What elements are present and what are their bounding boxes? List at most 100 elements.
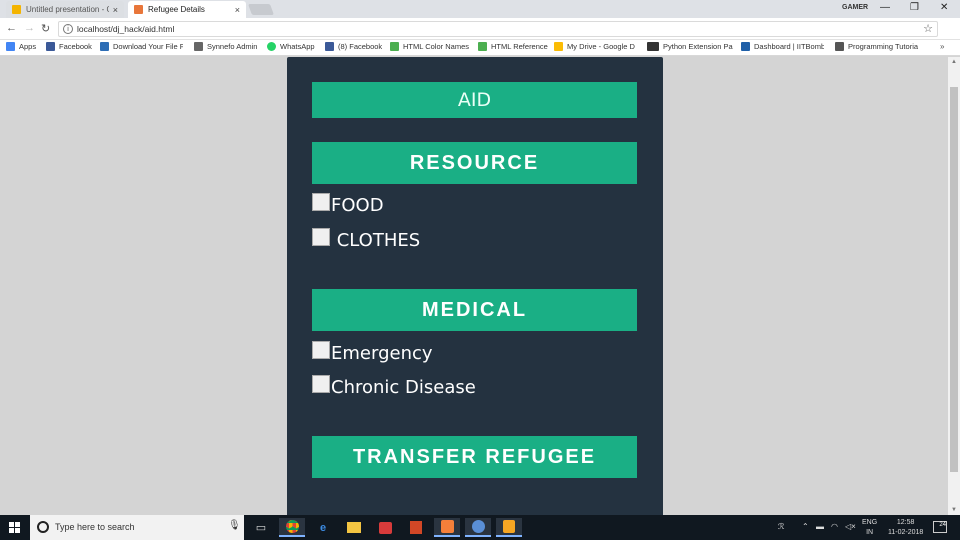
clock-date: 11-02-2018: [888, 529, 924, 536]
xampp-icon: [134, 5, 143, 14]
chronic-disease-option[interactable]: Chronic Disease: [312, 374, 476, 398]
clothes-checkbox[interactable]: [312, 227, 330, 246]
bookmark-label: Synnefo Admin: [207, 42, 258, 51]
chevron-up-icon[interactable]: ⌃: [802, 522, 809, 531]
clothes-option[interactable]: CLOTHES: [312, 227, 421, 251]
bookmark-label: Apps: [19, 42, 37, 51]
bookmark-my-drive[interactable]: My Drive - Google Dr: [554, 42, 635, 51]
language-indicator[interactable]: ENG IN: [862, 518, 877, 538]
bookmark-facebook-8[interactable]: (8) Facebook: [325, 42, 382, 51]
food-checkbox[interactable]: [312, 192, 330, 211]
bookmark-apps[interactable]: Apps: [6, 42, 36, 51]
facebook-icon: [325, 42, 334, 51]
w3schools-icon: [390, 42, 399, 51]
food-option[interactable]: FOOD: [312, 192, 384, 216]
edge-icon[interactable]: e: [310, 518, 336, 537]
new-tab-button[interactable]: [247, 4, 275, 15]
sublime-text-icon[interactable]: [496, 518, 522, 537]
emergency-option[interactable]: Emergency: [312, 340, 433, 364]
bookmark-label: HTML Reference: [491, 42, 548, 51]
battery-icon[interactable]: ▬: [816, 522, 824, 531]
medical-button[interactable]: MEDICAL: [312, 289, 637, 331]
address-bar[interactable]: i localhost/dj_hack/aid.html ☆: [58, 21, 938, 37]
resource-button[interactable]: RESOURCE: [312, 142, 637, 184]
page-scrollbar[interactable]: ▲ ▼: [948, 57, 960, 515]
lfd-icon: [647, 42, 659, 51]
chronic-disease-checkbox[interactable]: [312, 374, 330, 393]
minimize-button[interactable]: —: [880, 2, 890, 13]
page-viewport: AID RESOURCE FOOD CLOTHES MEDICAL Emerge…: [0, 57, 948, 515]
transfer-refugee-button[interactable]: TRANSFER REFUGEE: [312, 436, 637, 478]
iitb-icon: [741, 42, 750, 51]
reload-icon[interactable]: ↻: [41, 22, 50, 35]
google-drive-icon: [554, 42, 563, 51]
url-text[interactable]: localhost/dj_hack/aid.html: [77, 24, 174, 34]
bookmark-dashboard-iitb[interactable]: Dashboard | IITBomb: [741, 42, 824, 51]
close-window-button[interactable]: ✕: [940, 2, 948, 13]
tab-label: Untitled presentation - G: [26, 5, 109, 14]
close-icon[interactable]: ×: [113, 5, 118, 15]
scroll-down-icon[interactable]: ▼: [951, 507, 957, 513]
search-placeholder: Type here to search: [55, 522, 135, 532]
bookmark-html-color-names[interactable]: HTML Color Names: [390, 42, 469, 51]
file-explorer-icon[interactable]: [341, 518, 367, 537]
bookmark-label: Python Extension Pac: [663, 42, 733, 51]
bookmark-python-extension[interactable]: Python Extension Pac: [647, 42, 733, 51]
restore-button[interactable]: ❐: [910, 2, 919, 13]
synnefo-icon: [194, 42, 203, 51]
info-icon[interactable]: i: [63, 24, 73, 34]
xampp-taskbar-icon[interactable]: [434, 518, 460, 537]
windows-start-icon[interactable]: [9, 522, 21, 534]
task-view-icon[interactable]: ▭: [248, 518, 274, 537]
bookmark-programming-tutorials[interactable]: Programming Tutoria: [835, 42, 920, 51]
bookmark-label: My Drive - Google Dr: [567, 42, 635, 51]
chronic-disease-label: Chronic Disease: [331, 377, 476, 398]
document-icon: [835, 42, 844, 51]
aid-panel: AID RESOURCE FOOD CLOTHES MEDICAL Emerge…: [287, 57, 663, 515]
bookmark-label: Facebook: [59, 42, 92, 51]
close-icon[interactable]: ×: [235, 5, 240, 15]
w3schools-icon: [478, 42, 487, 51]
taskbar-search[interactable]: Type here to search 🎙: [30, 515, 244, 540]
bookmark-label: HTML Color Names: [403, 42, 469, 51]
bookmark-star-icon[interactable]: ☆: [923, 22, 933, 35]
bookmark-html-reference[interactable]: HTML Reference: [478, 42, 548, 51]
volume-icon[interactable]: ◁×: [845, 522, 856, 531]
tab-refugee-details[interactable]: Refugee Details ×: [128, 1, 246, 18]
profile-badge[interactable]: GAMER: [842, 4, 868, 11]
tab-label: Refugee Details: [148, 5, 205, 14]
scroll-up-icon[interactable]: ▲: [951, 59, 957, 65]
app-taskbar-icon[interactable]: [465, 518, 491, 537]
forward-arrow-icon[interactable]: →: [24, 22, 35, 34]
bookmark-label: Download Your File F: [113, 42, 183, 51]
emergency-checkbox[interactable]: [312, 340, 330, 359]
scroll-thumb[interactable]: [950, 87, 958, 472]
browser-toolbar: ← → ↻ i localhost/dj_hack/aid.html ☆ ⋮: [0, 18, 960, 51]
people-icon[interactable]: ℛ: [778, 522, 784, 531]
facebook-icon: [46, 42, 55, 51]
notification-count: 24: [939, 522, 946, 528]
bookmark-whatsapp[interactable]: WhatsApp: [267, 42, 315, 51]
bookmark-label: WhatsApp: [280, 42, 315, 51]
whatsapp-icon: [267, 42, 276, 51]
bookmark-label: Dashboard | IITBomb: [754, 42, 824, 51]
chrome-taskbar-icon[interactable]: [279, 518, 305, 537]
bookmark-facebook[interactable]: Facebook: [46, 42, 92, 51]
cortana-icon: [37, 521, 49, 533]
notification-center-icon[interactable]: 24: [933, 521, 947, 533]
powerpoint-icon[interactable]: [403, 518, 429, 537]
bookmark-synnefo[interactable]: Synnefo Admin: [194, 42, 257, 51]
bookmarks-overflow-button[interactable]: »: [940, 42, 944, 51]
page-title: AID: [312, 82, 637, 118]
language-code: ENG: [862, 519, 878, 526]
microphone-icon[interactable]: 🎙: [228, 520, 241, 531]
bookmark-download[interactable]: Download Your File F: [100, 42, 183, 51]
clothes-label: CLOTHES: [331, 230, 421, 251]
system-clock[interactable]: 12:58 11-02-2018: [888, 518, 923, 538]
back-arrow-icon[interactable]: ←: [6, 22, 17, 34]
mail-app-icon[interactable]: [372, 518, 398, 537]
wifi-icon[interactable]: ◠: [831, 522, 838, 531]
region-code: IN: [866, 529, 874, 536]
tab-untitled-presentation[interactable]: Untitled presentation - G ×: [6, 1, 124, 18]
clock-time: 12:58: [896, 519, 915, 526]
